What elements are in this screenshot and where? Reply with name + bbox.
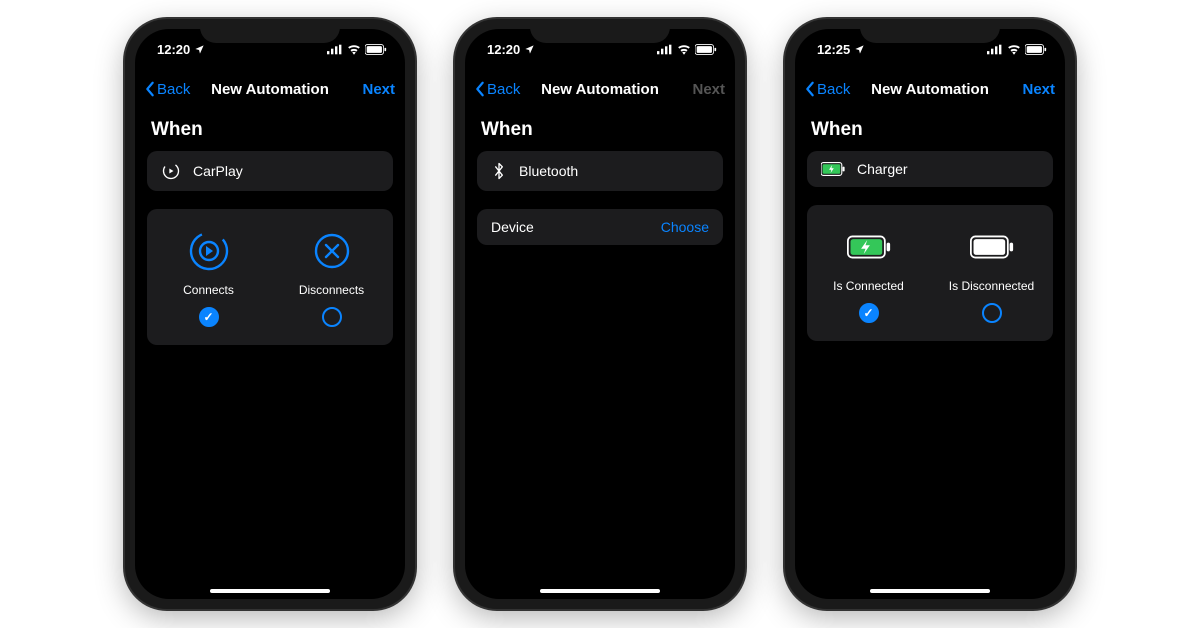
phone-charger: 12:25 Back New [785, 19, 1075, 609]
notch [200, 19, 340, 43]
trigger-row[interactable]: Charger [807, 151, 1053, 187]
trigger-row[interactable]: CarPlay [147, 151, 393, 191]
nav-bar: Back New Automation Next [465, 69, 735, 109]
radio-checked[interactable] [859, 303, 879, 323]
home-indicator[interactable] [870, 589, 990, 593]
charger-icon [821, 162, 845, 176]
battery-icon [1025, 44, 1047, 55]
chevron-left-icon [145, 81, 155, 97]
option-connects[interactable]: Connects [147, 229, 270, 327]
carplay-icon [161, 161, 181, 181]
wifi-icon [677, 44, 691, 55]
wifi-icon [1007, 44, 1021, 55]
chevron-left-icon [475, 81, 485, 97]
battery-icon [970, 225, 1014, 269]
option-label: Is Disconnected [949, 279, 1034, 293]
trigger-label: CarPlay [193, 163, 243, 179]
choose-button[interactable]: Choose [661, 219, 709, 235]
option-connected[interactable]: Is Connected [807, 225, 930, 323]
notch [860, 19, 1000, 43]
battery-icon [365, 44, 387, 55]
radio-unchecked[interactable] [982, 303, 1002, 323]
back-button[interactable]: Back [145, 81, 205, 98]
option-label: Is Connected [833, 279, 904, 293]
phone-bluetooth: 12:20 Back New [455, 19, 745, 609]
section-header: When [147, 119, 393, 141]
cellular-icon [987, 44, 1003, 55]
back-label: Back [157, 81, 190, 98]
nav-bar: Back New Automation Next [795, 69, 1065, 109]
nav-title: New Automation [541, 81, 659, 98]
next-button[interactable]: Next [335, 81, 395, 98]
chevron-left-icon [805, 81, 815, 97]
section-header: When [807, 119, 1053, 141]
nav-title: New Automation [871, 81, 989, 98]
option-disconnected[interactable]: Is Disconnected [930, 225, 1053, 323]
trigger-label: Bluetooth [519, 163, 578, 179]
connects-icon [187, 229, 231, 273]
device-label: Device [491, 219, 534, 235]
battery-icon [695, 44, 717, 55]
section-header: When [477, 119, 723, 141]
home-indicator[interactable] [540, 589, 660, 593]
option-disconnects[interactable]: Disconnects [270, 229, 393, 327]
bluetooth-icon [491, 161, 507, 181]
status-time: 12:25 [817, 42, 850, 57]
radio-checked[interactable] [199, 307, 219, 327]
next-button-disabled: Next [665, 81, 725, 98]
back-label: Back [487, 81, 520, 98]
trigger-label: Charger [857, 161, 908, 177]
options-card: Is Connected Is Disconnected [807, 205, 1053, 341]
back-button[interactable]: Back [805, 81, 865, 98]
status-time: 12:20 [487, 42, 520, 57]
options-card: Connects Disconnects [147, 209, 393, 345]
disconnects-icon [310, 229, 354, 273]
wifi-icon [347, 44, 361, 55]
status-time: 12:20 [157, 42, 190, 57]
back-button[interactable]: Back [475, 81, 535, 98]
home-indicator[interactable] [210, 589, 330, 593]
phone-carplay: 12:20 Back New [125, 19, 415, 609]
trigger-row[interactable]: Bluetooth [477, 151, 723, 191]
location-icon [194, 44, 205, 55]
location-icon [524, 44, 535, 55]
option-label: Connects [183, 283, 234, 297]
radio-unchecked[interactable] [322, 307, 342, 327]
cellular-icon [327, 44, 343, 55]
device-row[interactable]: Device Choose [477, 209, 723, 245]
back-label: Back [817, 81, 850, 98]
battery-charging-icon [847, 225, 891, 269]
notch [530, 19, 670, 43]
next-button[interactable]: Next [995, 81, 1055, 98]
nav-bar: Back New Automation Next [135, 69, 405, 109]
cellular-icon [657, 44, 673, 55]
location-icon [854, 44, 865, 55]
option-label: Disconnects [299, 283, 364, 297]
nav-title: New Automation [211, 81, 329, 98]
